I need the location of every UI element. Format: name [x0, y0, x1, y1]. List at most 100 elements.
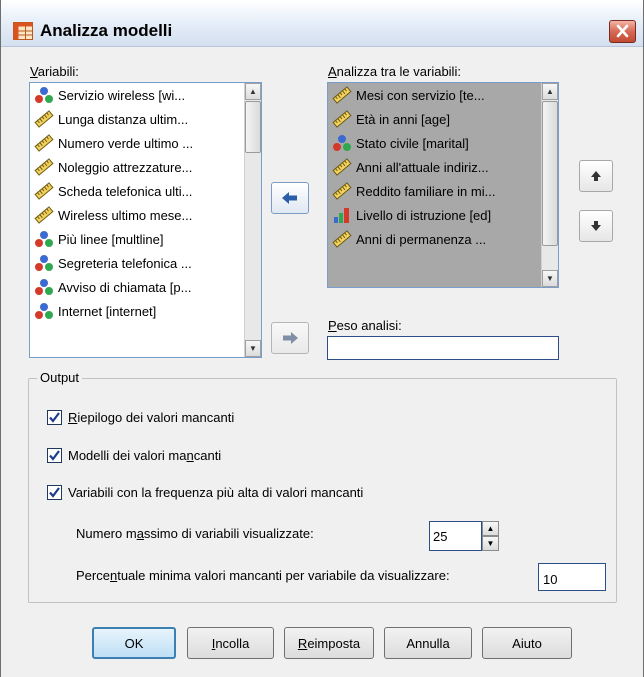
variable-list-item[interactable]: Scheda telefonica ulti...: [30, 179, 261, 203]
arrow-up-icon: [591, 171, 601, 181]
variable-item-label: Segreteria telefonica ...: [58, 255, 192, 271]
variable-list-item[interactable]: Noleggio attrezzature...: [30, 155, 261, 179]
checkmark-icon: [49, 450, 60, 461]
scale-icon: [34, 110, 54, 128]
missing-summary-label: Riepilogo dei valori mancanti: [68, 410, 235, 425]
scroll-thumb[interactable]: [542, 101, 558, 246]
variable-item-label: Più linee [multline]: [58, 231, 164, 247]
variable-list-item[interactable]: Lunga distanza ultim...: [30, 107, 261, 131]
scale-icon: [332, 86, 352, 104]
scale-icon: [34, 182, 54, 200]
table-app-icon: [13, 22, 33, 40]
variable-list-item[interactable]: Numero verde ultimo ...: [30, 131, 261, 155]
analyze-items: Mesi con servizio [te... Età in anni [age…: [328, 83, 558, 251]
move-up-button[interactable]: [579, 160, 613, 192]
scale-icon: [332, 110, 352, 128]
scroll-up-button[interactable]: ▲: [245, 83, 261, 100]
variable-list-item[interactable]: Wireless ultimo mese...: [30, 203, 261, 227]
dialog-window: Analizza modelli Variabili: Servizio wir…: [0, 0, 644, 677]
reset-button[interactable]: Reimposta: [284, 627, 374, 659]
scale-icon: [332, 158, 352, 176]
nominal-icon: [332, 134, 352, 152]
missing-patterns-option[interactable]: Modelli dei valori mancanti: [47, 448, 221, 463]
checkmark-icon: [49, 412, 60, 423]
max-vars-spinner[interactable]: 25 ▲ ▼: [429, 521, 499, 551]
arrow-down-icon: [591, 221, 601, 231]
ok-button[interactable]: OK: [92, 627, 176, 659]
move-to-weight-button[interactable]: [271, 322, 309, 354]
analyze-variable-item-label: Reddito familiare in mi...: [356, 183, 496, 199]
nominal-icon: [34, 86, 54, 104]
close-button[interactable]: [609, 20, 636, 43]
analyze-variable-item-label: Anni di permanenza ...: [356, 231, 487, 247]
cancel-button[interactable]: Annulla: [384, 627, 472, 659]
variable-item-label: Scheda telefonica ulti...: [58, 183, 193, 199]
max-vars-field[interactable]: 25: [429, 521, 482, 551]
missing-patterns-checkbox[interactable]: [47, 448, 62, 463]
variables-scrollbar[interactable]: ▲ ▼: [244, 83, 261, 357]
variables-listbox[interactable]: Servizio wireless [wi... Lunga distanza u…: [29, 82, 262, 358]
missing-summary-option[interactable]: Riepilogo dei valori mancanti: [47, 410, 234, 425]
title-bar: Analizza modelli: [1, 0, 643, 47]
scroll-down-button[interactable]: ▼: [245, 340, 261, 357]
variable-item-label: Lunga distanza ultim...: [58, 111, 189, 127]
analyze-variable-list-item[interactable]: Anni di permanenza ...: [328, 227, 558, 251]
analyze-variable-list-item[interactable]: Reddito familiare in mi...: [328, 179, 558, 203]
scale-icon: [34, 158, 54, 176]
variable-item-label: Noleggio attrezzature...: [58, 159, 193, 175]
highest-freq-label: Variabili con la frequenza più alta di v…: [68, 485, 364, 500]
analyze-variables-listbox[interactable]: Mesi con servizio [te... Età in anni [age…: [327, 82, 559, 288]
scroll-up-button[interactable]: ▲: [542, 83, 558, 100]
variable-item-label: Internet [internet]: [58, 303, 157, 319]
move-down-button[interactable]: [579, 210, 613, 242]
variable-list-item[interactable]: Più linee [multline]: [30, 227, 261, 251]
scale-icon: [34, 134, 54, 152]
help-button[interactable]: Aiuto: [482, 627, 572, 659]
variables-label: Variabili:: [30, 64, 79, 79]
analyze-variable-list-item[interactable]: Età in anni [age]: [328, 107, 558, 131]
variable-item-label: Wireless ultimo mese...: [58, 207, 193, 223]
output-group-title: Output: [37, 370, 83, 385]
move-to-analyze-button[interactable]: [271, 182, 309, 214]
min-pct-label: Percentuale minima valori mancanti per v…: [76, 568, 450, 583]
arrow-left-icon: [282, 192, 297, 204]
variable-item-label: Numero verde ultimo ...: [58, 135, 194, 151]
analyze-variable-item-label: Anni all'attuale indiriz...: [356, 159, 489, 175]
analyze-variable-item-label: Mesi con servizio [te...: [356, 87, 485, 103]
analyze-variable-list-item[interactable]: Livello di istruzione [ed]: [328, 203, 558, 227]
analyze-variable-list-item[interactable]: Anni all'attuale indiriz...: [328, 155, 558, 179]
scroll-down-button[interactable]: ▼: [542, 270, 558, 287]
max-vars-label: Numero massimo di variabili visualizzate…: [76, 526, 314, 541]
scale-icon: [332, 230, 352, 248]
weight-field[interactable]: [327, 336, 559, 360]
analyze-variable-item-label: Stato civile [marital]: [356, 135, 469, 151]
variable-list-item[interactable]: Segreteria telefonica ...: [30, 251, 261, 275]
analyze-variable-item-label: Livello di istruzione [ed]: [356, 207, 492, 223]
scale-icon: [332, 182, 352, 200]
ordinal-icon: [332, 206, 352, 224]
variable-item-label: Avviso di chiamata [p...: [58, 279, 192, 295]
variable-list-item[interactable]: Servizio wireless [wi...: [30, 83, 261, 107]
nominal-icon: [34, 254, 54, 272]
scroll-thumb[interactable]: [245, 101, 261, 153]
variable-list-item[interactable]: Internet [internet]: [30, 299, 261, 323]
variables-items: Servizio wireless [wi... Lunga distanza u…: [30, 83, 261, 323]
spin-down-button[interactable]: ▼: [482, 536, 499, 551]
analyze-variable-item-label: Età in anni [age]: [356, 111, 450, 127]
missing-summary-checkbox[interactable]: [47, 410, 62, 425]
dialog-title: Analizza modelli: [40, 21, 173, 40]
variable-list-item[interactable]: Avviso di chiamata [p...: [30, 275, 261, 299]
analyze-label: Analizza tra le variabili:: [328, 64, 461, 79]
spin-up-button[interactable]: ▲: [482, 521, 499, 536]
paste-button[interactable]: Incolla: [187, 627, 274, 659]
nominal-icon: [34, 230, 54, 248]
analyze-variable-list-item[interactable]: Mesi con servizio [te...: [328, 83, 558, 107]
highest-freq-option[interactable]: Variabili con la frequenza più alta di v…: [47, 485, 363, 500]
highest-freq-checkbox[interactable]: [47, 485, 62, 500]
variable-item-label: Servizio wireless [wi...: [58, 87, 186, 103]
scale-icon: [34, 206, 54, 224]
min-pct-field[interactable]: 10: [538, 563, 606, 591]
analyze-variable-list-item[interactable]: Stato civile [marital]: [328, 131, 558, 155]
analyze-scrollbar[interactable]: ▲ ▼: [541, 83, 558, 287]
nominal-icon: [34, 302, 54, 320]
